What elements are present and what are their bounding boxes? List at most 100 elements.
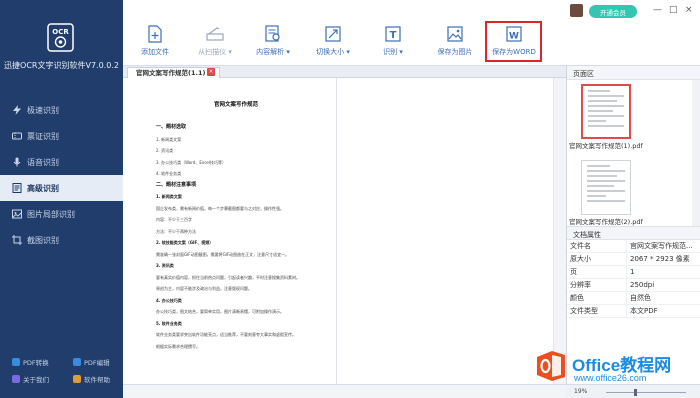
- sidebar: OCR 迅捷OCR文字识别软件V7.0.0.2 极速识别 票证识别 语音识别 高…: [0, 0, 123, 398]
- ticket-icon: [12, 132, 22, 140]
- crop-icon: [12, 209, 22, 219]
- sidebar-item-label: 票证识别: [27, 131, 59, 141]
- page-icon: [12, 183, 22, 193]
- document-line: 办公技巧类，图文结合，要简单实用，图片清晰易懂，可附加操作演示。: [156, 309, 284, 314]
- sidebar-nav: 极速识别 票证识别 语音识别 高级识别 图片局部识别 截图识别: [0, 97, 123, 253]
- sidebar-item-advanced-ocr[interactable]: 高级识别: [0, 175, 123, 201]
- page-thumbnail[interactable]: [581, 84, 631, 139]
- vip-label: 开通会员: [600, 8, 626, 17]
- scanner-button[interactable]: 从扫描仪 ▾: [185, 25, 245, 57]
- document-lines: 一、题材选取 1. 新闻类文案 2. 资讯类 3. 办公技巧类（Word、Excel技…: [156, 122, 316, 352]
- document-line: 需准确一张封面GIF动图截图，需要将GIF动图放在正文，注意尺寸适宜一。: [156, 251, 290, 257]
- pdf-edit-icon: [73, 357, 81, 366]
- document-tabbar: 官网文案写作规范(1.1) ×: [123, 66, 566, 78]
- document-view: 官网文案写作规范 一、题材选取 1. 新闻类文案 2. 资讯类 3. 办公技巧类（Wo…: [123, 78, 566, 384]
- sidebar-bottom-links: PDF转换 PDF编辑 关于我们 软件帮助: [0, 353, 123, 387]
- parse-icon: [265, 25, 280, 42]
- switch-size-button[interactable]: 切换大小 ▾: [303, 25, 363, 57]
- document-line: 软件业务类要求突出软件功能亮点，适当推荐，不要刻意夸大事实和虚假宣传。: [156, 332, 296, 337]
- pdf-convert-icon: [12, 357, 20, 366]
- screenshot-icon: [12, 235, 22, 245]
- page-thumbnail[interactable]: [581, 160, 631, 215]
- pdf-convert-link[interactable]: PDF转换: [0, 357, 61, 367]
- minimize-button[interactable]: —: [653, 5, 662, 15]
- help-icon: [73, 374, 81, 383]
- document-scrollbar[interactable]: [553, 78, 566, 384]
- sidebar-item-label: 图片局部识别: [27, 209, 75, 219]
- property-row: 文件类型 本文PDF: [567, 305, 700, 318]
- property-row: 原大小 2067 * 2923 像素: [567, 253, 700, 266]
- sidebar-item-ticket-ocr[interactable]: 票证识别: [0, 123, 123, 149]
- tab-label: 官网文案写作规范(1.1): [136, 69, 206, 77]
- recognize-icon: T: [385, 26, 401, 42]
- document-line: 4. 办公技巧类: [156, 297, 182, 303]
- watermark: Office教程网 www.office26.com: [534, 346, 700, 398]
- thumbnail-scrollbar[interactable]: [692, 80, 700, 226]
- thumbnail-label: 官网文案写作规范(1).pdf: [569, 142, 643, 150]
- toolbar: 开通会员 — □ × 添加文件 从扫描仪 ▾ 内容解析 ▾ 切换大小 ▾ T 识…: [123, 0, 700, 66]
- app-logo-icon: OCR: [47, 23, 74, 52]
- sidebar-item-label: 极速识别: [27, 105, 59, 115]
- save-image-icon: [447, 26, 463, 42]
- document-line: 一、题材选取: [156, 124, 187, 130]
- about-us-link[interactable]: 关于我们: [0, 374, 61, 384]
- recognize-button[interactable]: T 识别 ▾: [363, 25, 423, 57]
- properties-table: 文件名 官网文案写作规范... 原大小 2067 * 2923 像素 页1 分辨率 2…: [567, 240, 700, 318]
- scanner-icon: [206, 27, 224, 41]
- resize-icon: [325, 26, 341, 42]
- document-page: 官网文案写作规范 一、题材选取 1. 新闻类文案 2. 资讯类 3. 办公技巧类（Wo…: [131, 82, 336, 382]
- property-row: 分辨率 250dpi: [567, 279, 700, 292]
- document-line: 1. 新闻类文案: [156, 194, 182, 199]
- tab-close-icon[interactable]: ×: [207, 68, 215, 76]
- document-title: 官网文案写作规范: [213, 102, 258, 108]
- maximize-button[interactable]: □: [669, 5, 678, 15]
- document-line: 2. 资讯类: [156, 148, 174, 153]
- document-line: 要有真实价值内容，抓住当前热点问题，引起读者兴趣，平时注意搜集资料素材。: [156, 274, 300, 280]
- thumbnail-label: 官网文案写作规范(2).pdf: [569, 218, 643, 226]
- sidebar-item-label: 语音识别: [27, 157, 59, 167]
- sidebar-item-screenshot-ocr[interactable]: 截图识别: [0, 227, 123, 253]
- sidebar-item-fast-ocr[interactable]: 极速识别: [0, 97, 123, 123]
- add-file-icon: [148, 25, 162, 43]
- lightning-icon: [13, 105, 21, 115]
- properties-title: 文档属性: [567, 226, 700, 240]
- about-icon: [12, 374, 20, 383]
- avatar[interactable]: [570, 4, 583, 17]
- svg-text:T: T: [390, 30, 397, 41]
- svg-text:OCR: OCR: [52, 28, 69, 36]
- parse-content-button[interactable]: 内容解析 ▾: [243, 25, 303, 57]
- close-button[interactable]: ×: [685, 5, 693, 15]
- pdf-edit-link[interactable]: PDF编辑: [61, 357, 122, 367]
- document-line: 5. 软件业务类: [156, 320, 182, 326]
- app-title: 迅捷OCR文字识别软件V7.0.0.2: [4, 61, 119, 70]
- document-line: 2. 软技能类文案（GIF、视频）: [156, 240, 214, 245]
- watermark-url: www.office26.com: [574, 373, 647, 383]
- page-panel-title: 页面区: [567, 66, 700, 80]
- document-line: 原创为主，内容不能涉及政治与利益，注意版权问题。: [156, 286, 252, 291]
- vip-button[interactable]: 开通会员: [589, 5, 637, 18]
- document-line: 3. 办公技巧类（Word、Excel技巧等）: [156, 159, 226, 165]
- sidebar-item-label: 高级识别: [27, 183, 59, 193]
- right-panel: 页面区 官网文案写作规范(1).pdf 官网文案写作规范(2).pdf 文档属性…: [566, 66, 700, 384]
- save-as-image-button[interactable]: 保存为图片: [425, 25, 485, 57]
- microphone-icon: [13, 157, 21, 167]
- sidebar-item-voice-ocr[interactable]: 语音识别: [0, 149, 123, 175]
- document-line: 3. 资讯类: [156, 263, 174, 268]
- add-file-button[interactable]: 添加文件: [125, 25, 185, 57]
- document-line: 4. 软件业务类: [156, 171, 182, 176]
- help-link[interactable]: 软件帮助: [61, 374, 122, 384]
- document-hscrollbar[interactable]: [123, 384, 566, 398]
- document-line: 国企发布类，需有新闻价值，每一个步骤截图都要与之对应，操作性强。: [156, 205, 284, 211]
- document-line: 1. 新闻类文案: [156, 136, 182, 142]
- document-line: 内容：不少于三百字: [156, 217, 192, 222]
- page-divider: [336, 78, 337, 384]
- property-row: 文件名 官网文案写作规范...: [567, 240, 700, 253]
- property-row: 页1: [567, 266, 700, 279]
- office-logo-icon: [537, 351, 565, 381]
- save-word-highlight: [485, 21, 542, 62]
- document-line: 二、题材注意事项: [156, 181, 197, 188]
- sidebar-item-partial-ocr[interactable]: 图片局部识别: [0, 201, 123, 227]
- sidebar-item-label: 截图识别: [27, 235, 59, 245]
- document-line: 根据实际需求合理撰写。: [156, 343, 200, 349]
- property-row: 颜色 自然色: [567, 292, 700, 305]
